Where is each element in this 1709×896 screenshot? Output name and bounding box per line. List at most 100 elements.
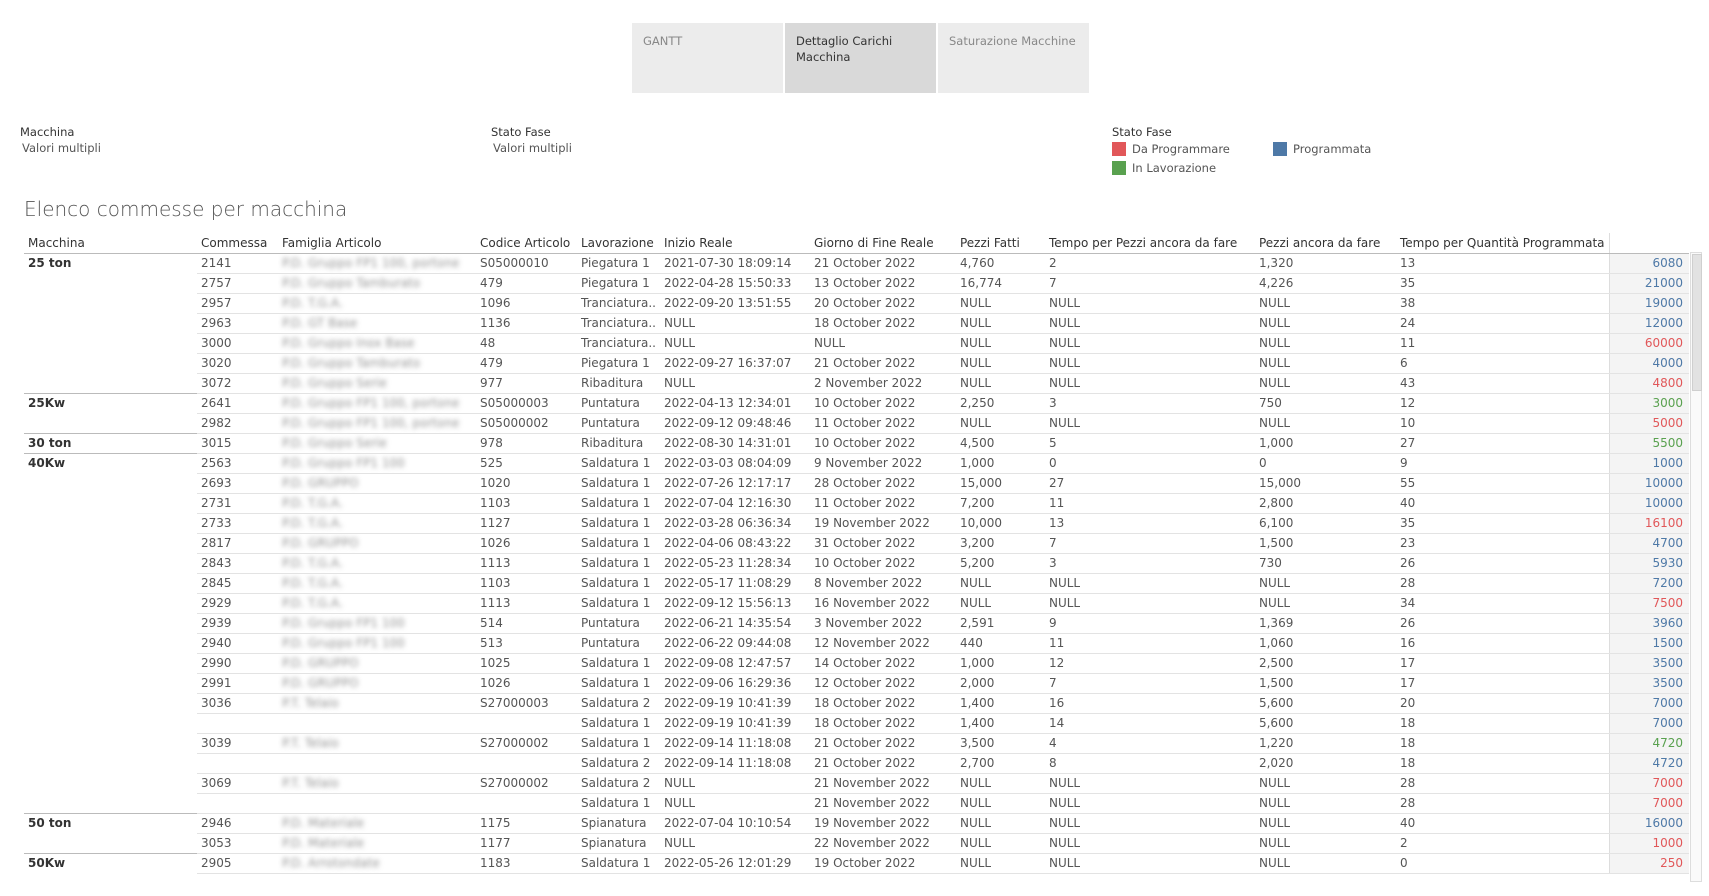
table-row[interactable]: 3072 P.D. Gruppo Serie 977 Ribaditura NULL 2 … (24, 373, 1690, 394)
cell-codice-articolo: 479 (476, 273, 577, 294)
cell-lavorazione: Saldatura 1 (577, 853, 660, 874)
cell-pezzi-fatti: NULL (955, 313, 1045, 334)
cell-tempo-quantita: 11 (1395, 333, 1610, 354)
cell-giorno-fine-reale: 20 October 2022 (809, 293, 956, 314)
cell-tempo-pezzi: 8 (1044, 753, 1255, 774)
table-row[interactable]: 25Kw 2641 P.D. Gruppo FP1 100, portone S050… (24, 393, 1690, 414)
tab-gantt[interactable]: GANTT (632, 23, 783, 93)
cell-pezzi-da-fare: 1,220 (1254, 733, 1396, 754)
table-row[interactable]: 3053 P.D. Materiale 1177 Spianatura NULL 22 N… (24, 833, 1690, 854)
table-row[interactable]: 2817 P.D. GRUPPO 1026 Saldatura 1 2022-04-06… (24, 533, 1690, 554)
cell-tempo-quantita: 28 (1395, 773, 1610, 794)
table-row[interactable]: 50 ton 2946 P.D. Materiale 1175 Spianatura 20… (24, 813, 1690, 834)
table-row[interactable]: 2757 P.D. Gruppo Tamburato 479 Piegatura 12… (24, 273, 1690, 294)
cell-codice-articolo: 1020 (476, 473, 577, 494)
cell-codice-articolo: 977 (476, 373, 577, 394)
cell-pezzi-da-fare: NULL (1254, 413, 1396, 434)
table-row[interactable]: Saldatura 1 NULL 21 November 2022 NULL NULL N… (24, 793, 1690, 814)
cell-inizio-reale: 2022-03-03 08:04:09 (659, 453, 810, 474)
cell-pezzi-fatti: NULL (955, 353, 1045, 374)
col-header-tempo-pezzi[interactable]: Tempo per Pezzi ancora da fare (1044, 233, 1255, 254)
table-row[interactable]: 2991 P.D. GRUPPO 1026 Saldatura 1 2022-09-06… (24, 673, 1690, 694)
cell-inizio-reale: 2022-09-06 16:29:36 (659, 673, 810, 694)
cell-famiglia-articolo: P.D. T.G.A. (278, 553, 476, 574)
legend-item-in-lavorazione[interactable]: In Lavorazione (1112, 160, 1273, 176)
cell-valore: 1000 (1608, 833, 1690, 854)
table-row[interactable]: Saldatura 1 2022-09-19 10:41:39 18 October… (24, 713, 1690, 734)
col-header-pezzi-da-fare[interactable]: Pezzi ancora da fare (1254, 233, 1396, 254)
table-row[interactable]: 3020 P.D. Gruppo Tamburato 479 Piegatura 12… (24, 353, 1690, 374)
cell-lavorazione: Tranciatura.. (577, 293, 660, 314)
cell-famiglia-articolo: P.D. Materiale (278, 813, 476, 834)
cell-codice-articolo (476, 753, 577, 774)
filter-stato-fase[interactable]: Stato Fase Valori multipli (491, 124, 572, 156)
cell-tempo-pezzi: 4 (1044, 733, 1255, 754)
table-row[interactable]: 2982 P.D. Gruppo FP1 100, portone S0500000… (24, 413, 1690, 434)
col-header-pezzi-fatti[interactable]: Pezzi Fatti (955, 233, 1045, 254)
table-row[interactable]: 30 ton 3015 P.D. Gruppo Serie 978 Ribaditura… (24, 433, 1690, 454)
col-header-commessa[interactable]: Commessa (197, 233, 278, 254)
table-row[interactable]: 40Kw 2563 P.D. Gruppo FP1 100 525 Saldatura … (24, 453, 1690, 474)
table-row[interactable]: 50Kw 2905 P.D. Arrotondate 1183 Saldatura 12… (24, 853, 1690, 874)
table-row[interactable]: 2733 P.D. T.G.A. 1127 Saldatura 1 2022-03-28… (24, 513, 1690, 534)
cell-giorno-fine-reale: 18 October 2022 (809, 313, 956, 334)
cell-lavorazione: Saldatura 1 (577, 653, 660, 674)
table-row[interactable]: 3069 P.T. Telaio S27000002 Saldatura 2 NULL 2… (24, 773, 1690, 794)
cell-valore: 12000 (1608, 313, 1690, 334)
commesse-table: Macchina Commessa Famiglia Articolo Codi… (24, 233, 1690, 874)
cell-famiglia-articolo: P.D. T.G.A. (278, 493, 476, 514)
filter-value[interactable]: Valori multipli (493, 140, 572, 156)
cell-pezzi-fatti: NULL (955, 593, 1045, 614)
col-header-inizio-reale[interactable]: Inizio Reale (659, 233, 810, 254)
cell-pezzi-da-fare: 1,500 (1254, 673, 1396, 694)
filter-macchina[interactable]: Macchina Valori multipli (20, 124, 101, 156)
cell-commessa: 3015 (197, 433, 278, 454)
cell-pezzi-da-fare: 6,100 (1254, 513, 1396, 534)
tab-dettaglio-carichi-macchina[interactable]: Dettaglio Carichi Macchina (785, 23, 936, 93)
cell-macchina (24, 734, 197, 754)
cell-famiglia-articolo: P.D. Gruppo Tamburato (278, 353, 476, 374)
col-header-macchina[interactable]: Macchina (24, 233, 197, 254)
vertical-scrollbar[interactable] (1690, 252, 1702, 882)
table-row[interactable]: 2845 P.D. T.G.A. 1103 Saldatura 1 2022-05-17… (24, 573, 1690, 594)
legend-item-programmata[interactable]: Programmata (1273, 141, 1403, 157)
tab-saturazione-macchine[interactable]: Saturazione Macchine (938, 23, 1089, 93)
cell-codice-articolo: 1113 (476, 593, 577, 614)
cell-commessa: 3072 (197, 373, 278, 394)
legend-item-da-programmare[interactable]: Da Programmare (1112, 141, 1273, 157)
cell-valore: 7000 (1608, 793, 1690, 814)
cell-tempo-pezzi: NULL (1044, 853, 1255, 874)
filter-value[interactable]: Valori multipli (22, 140, 101, 156)
cell-inizio-reale: 2022-09-08 12:47:57 (659, 653, 810, 674)
table-row[interactable]: Saldatura 2 2022-09-14 11:18:08 21 October… (24, 753, 1690, 774)
cell-codice-articolo: S05000003 (476, 393, 577, 414)
table-row[interactable]: 2990 P.D. GRUPPO 1025 Saldatura 1 2022-09-08… (24, 653, 1690, 674)
cell-macchina: 50Kw (24, 853, 197, 874)
col-header-giorno-fine-reale[interactable]: Giorno di Fine Reale (809, 233, 956, 254)
col-header-tempo-quantita[interactable]: Tempo per Quantità Programmata (1395, 233, 1610, 254)
cell-commessa: 2939 (197, 613, 278, 634)
scrollbar-thumb[interactable] (1692, 254, 1702, 391)
table-row[interactable]: 3000 P.D. Gruppo Inox Base 48 Tranciatura..… (24, 333, 1690, 354)
table-row[interactable]: 2731 P.D. T.G.A. 1103 Saldatura 1 2022-07-04… (24, 493, 1690, 514)
cell-tempo-quantita: 17 (1395, 673, 1610, 694)
col-header-lavorazione[interactable]: Lavorazione (577, 233, 660, 254)
table-row[interactable]: 3039 P.T. Telaio S27000002 Saldatura 1 2022-… (24, 733, 1690, 754)
table-row[interactable]: 2843 P.D. T.G.A. 1113 Saldatura 1 2022-05-23… (24, 553, 1690, 574)
cell-tempo-pezzi: NULL (1044, 793, 1255, 814)
table-row[interactable]: 2940 P.D. Gruppo FP1 100 513 Puntatura 2022-… (24, 633, 1690, 654)
table-row[interactable]: 2963 P.D. GT Base 1136 Tranciatura.. NULL 18 … (24, 313, 1690, 334)
cell-macchina (24, 534, 197, 554)
col-header-famiglia-articolo[interactable]: Famiglia Articolo (278, 233, 476, 254)
table-row[interactable]: 25 ton 2141 P.D. Gruppo FP1 100, portone S0… (24, 253, 1690, 274)
table-row[interactable]: 2693 P.D. GRUPPO 1020 Saldatura 1 2022-07-26… (24, 473, 1690, 494)
cell-famiglia-articolo: P.D. Gruppo FP1 100, portone (278, 253, 476, 274)
col-header-codice-articolo[interactable]: Codice Articolo (476, 233, 577, 254)
table-row[interactable]: 3036 P.T. Telaio S27000003 Saldatura 2 2022-… (24, 693, 1690, 714)
table-row[interactable]: 2957 P.D. T.G.A. 1096 Tranciatura.. 2022-09-… (24, 293, 1690, 314)
table-row[interactable]: 2939 P.D. Gruppo FP1 100 514 Puntatura 2022-… (24, 613, 1690, 634)
cell-commessa: 2946 (197, 813, 278, 834)
cell-pezzi-da-fare: NULL (1254, 813, 1396, 834)
table-row[interactable]: 2929 P.D. T.G.A. 1113 Saldatura 1 2022-09-12… (24, 593, 1690, 614)
cell-pezzi-fatti: 2,591 (955, 613, 1045, 634)
